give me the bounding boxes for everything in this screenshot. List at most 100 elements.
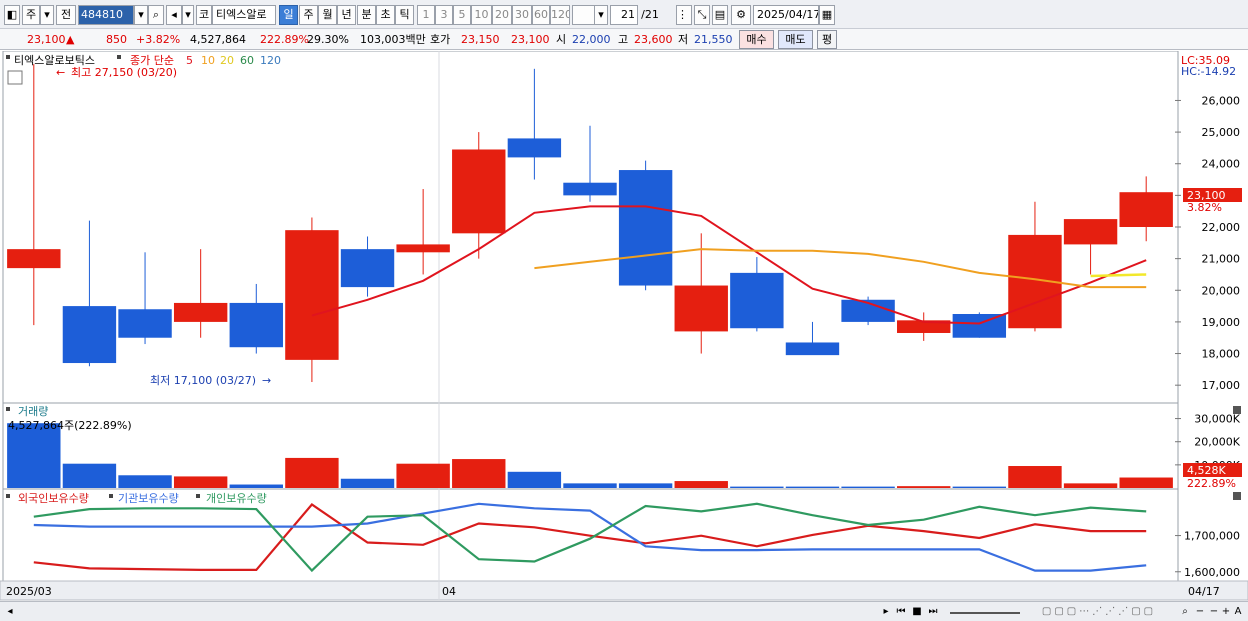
stop-icon[interactable]: ■ [910, 604, 924, 620]
minute-60[interactable]: 60 [532, 5, 550, 25]
period-year[interactable]: 년 [337, 5, 356, 25]
pair-icon[interactable]: ⋮⋮ [676, 5, 692, 25]
scroll-left-icon[interactable]: ◂ [4, 604, 16, 620]
volume-ytick-label: 20,000K [1194, 436, 1240, 449]
period-week[interactable]: 주 [299, 5, 318, 25]
magnifier-icon[interactable]: ⌕ [1178, 604, 1192, 620]
legend-ma20[interactable]: 20 [220, 54, 234, 67]
font-size-icon[interactable]: A [1232, 604, 1244, 620]
legend-retail[interactable]: 개인보유수량 [206, 492, 267, 505]
price-ytick-label: 26,000 [1202, 94, 1241, 107]
scroll-right-icon[interactable]: ▸ [880, 604, 892, 620]
scroll-bar[interactable]: ◂ ▸ ⏮ ■ ⏭ ▢▢▢⋯⋰⋰⋰▢▢ ⌕ − − + A [0, 601, 1248, 621]
candle-body [1119, 192, 1173, 227]
draw-icon[interactable]: ⤡ [694, 5, 710, 25]
volume-bar [674, 481, 728, 488]
volume-close-icon[interactable] [1233, 406, 1241, 414]
period-dropdown-icon[interactable]: ▾ [40, 5, 54, 25]
quote-low-label: 저 [678, 33, 689, 46]
volume-panel [2, 402, 1179, 490]
zoom-out-icon[interactable]: − [1194, 604, 1206, 620]
volume-bar [952, 486, 1007, 488]
code-dropdown-icon[interactable]: ▾ [134, 5, 148, 25]
volume-bar [7, 423, 61, 488]
period-second[interactable]: 초 [376, 5, 395, 25]
sell-button[interactable]: 매도 [778, 30, 813, 49]
holding-legend-marker [6, 494, 10, 498]
gear-icon[interactable]: ⚙ [731, 5, 751, 25]
quote-volume-ratio: 222.89% [260, 33, 309, 46]
stock-name-field[interactable]: 티엑스알로 [212, 5, 276, 25]
price-ytick-label: 19,000 [1202, 316, 1241, 329]
code-input[interactable]: 484810 [78, 5, 134, 25]
quote-open-label: 시 [556, 33, 567, 46]
price-ytick-label: 18,000 [1202, 348, 1241, 361]
volume-bar [1063, 483, 1118, 488]
candle-body [7, 249, 61, 269]
speaker-icon[interactable]: ◂ [166, 5, 182, 25]
zoom-minus-icon[interactable]: − [1208, 604, 1220, 620]
custom-period-dropdown-icon[interactable]: ▾ [594, 5, 608, 25]
period-day[interactable]: 일 [279, 5, 298, 25]
legend-inst[interactable]: 기관보유수량 [118, 492, 179, 505]
avg-button[interactable]: 평 [817, 30, 837, 49]
candle-body [1063, 219, 1118, 245]
price-pct-tag: 3.82% [1187, 201, 1222, 214]
forward-icon[interactable]: ⏭ [926, 604, 940, 620]
legend-ma10[interactable]: 10 [201, 54, 215, 67]
zoom-in-icon[interactable]: + [1220, 604, 1232, 620]
chart-svg[interactable]: 17,00018,00019,00020,00021,00022,00023,0… [0, 50, 1248, 601]
minute-20[interactable]: 20 [492, 5, 512, 25]
minute-1[interactable]: 1 [417, 5, 435, 25]
high-arrow-icon: ← [56, 66, 65, 79]
legend-ma60[interactable]: 60 [240, 54, 254, 67]
price-ytick-label: 25,000 [1202, 126, 1241, 139]
low-arrow-icon: → [262, 374, 271, 387]
count-input[interactable]: 21 [610, 5, 638, 25]
volume-bar [340, 478, 395, 488]
calendar-icon[interactable]: ▦ [819, 5, 835, 25]
hc-label: HC:-14.92 [1181, 65, 1236, 78]
minute-3[interactable]: 3 [435, 5, 453, 25]
count-total: /21 [641, 8, 659, 21]
quote-low: 21,550 [694, 33, 733, 46]
period-minute[interactable]: 분 [357, 5, 376, 25]
minute-30[interactable]: 30 [512, 5, 532, 25]
price-ytick-label: 20,000 [1202, 284, 1241, 297]
candle-body [674, 285, 728, 332]
price-ytick-label: 17,000 [1202, 379, 1241, 392]
search-icon[interactable]: ⌕ [148, 5, 164, 25]
prev-button[interactable]: 전 [56, 5, 76, 25]
minute-120[interactable]: 120 [550, 5, 570, 25]
quote-price: 23,100 [27, 33, 66, 46]
date-input[interactable]: 2025/04/17 [753, 5, 819, 25]
volume-bar [563, 483, 617, 488]
speaker-dropdown-icon[interactable]: ▾ [182, 5, 194, 25]
legend-ma5[interactable]: 5 [186, 54, 193, 67]
ma-line-ma20 [1090, 273, 1147, 278]
period-month[interactable]: 월 [318, 5, 337, 25]
minute-10[interactable]: 10 [471, 5, 492, 25]
save-icon[interactable]: ▤ [712, 5, 728, 25]
holding-close-icon[interactable] [1233, 492, 1241, 500]
table-icon[interactable] [7, 70, 23, 85]
drawing-tools-icons[interactable]: ▢▢▢⋯⋰⋰⋰▢▢ [1024, 604, 1174, 620]
period-primary[interactable]: 주 [22, 5, 40, 25]
xaxis-bar [0, 580, 1248, 601]
volume-title[interactable]: 거래량 [18, 405, 48, 418]
legend-stock-name[interactable]: 티엑스알로보틱스 [14, 53, 95, 67]
legend-foreign[interactable]: 외국인보유수량 [18, 492, 89, 505]
zoom-slider[interactable] [950, 604, 1020, 614]
layout-icon[interactable]: ◧ [4, 5, 20, 25]
legend-ma120[interactable]: 120 [260, 54, 281, 67]
quote-bid-label: 호가 [430, 33, 451, 46]
buy-button[interactable]: 매수 [739, 30, 774, 49]
volume-legend-marker [6, 407, 10, 411]
period-tick[interactable]: 틱 [395, 5, 414, 25]
candle-body [118, 309, 172, 338]
rewind-icon[interactable]: ⏮ [894, 604, 908, 620]
chart-area[interactable]: 17,00018,00019,00020,00021,00022,00023,0… [0, 50, 1248, 601]
minute-5[interactable]: 5 [453, 5, 471, 25]
code-button[interactable]: 코 [196, 5, 212, 25]
high-note: 최고 27,150 (03/20) [71, 66, 177, 79]
